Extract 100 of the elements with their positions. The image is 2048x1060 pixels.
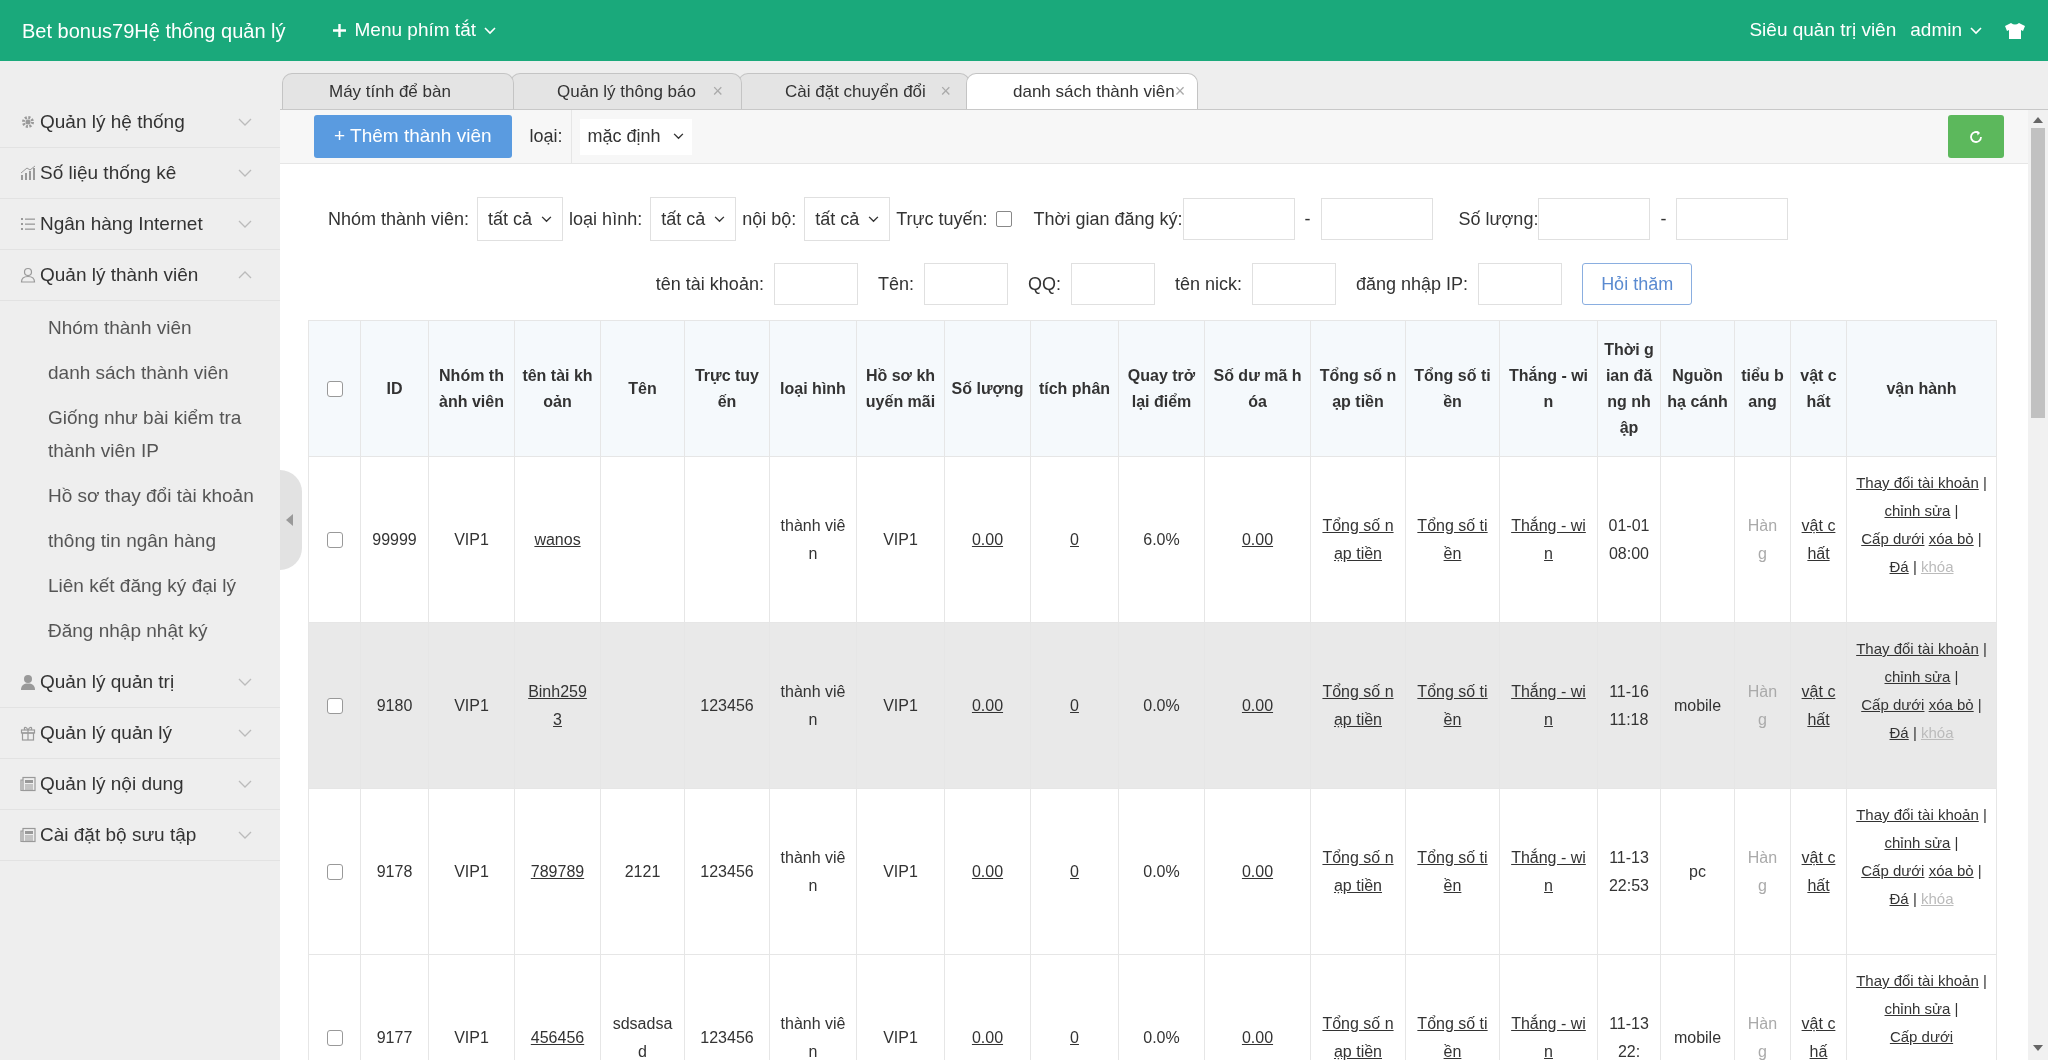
type-select[interactable]: mặc định bbox=[579, 118, 692, 155]
table-cell-text: 0.0% bbox=[1142, 861, 1181, 882]
sidebar-subitem[interactable]: thông tin ngân hàng bbox=[0, 518, 280, 563]
table-link[interactable]: 0.00 bbox=[1215, 857, 1300, 886]
input-field[interactable] bbox=[1320, 198, 1433, 240]
table-cell-text: 9178 bbox=[375, 861, 414, 882]
action-link[interactable]: xóa bỏ bbox=[1928, 691, 1974, 719]
action-link[interactable]: Cấp dưới bbox=[1861, 857, 1925, 885]
action-link[interactable]: Đá bbox=[1889, 885, 1909, 913]
caret-left-icon bbox=[286, 514, 294, 526]
table-link[interactable]: 0 bbox=[1041, 691, 1108, 720]
table-link[interactable]: 0.00 bbox=[955, 525, 1020, 554]
refresh-button[interactable] bbox=[1948, 115, 2004, 158]
table-cell-text: 9177 bbox=[375, 1027, 414, 1048]
separator: | bbox=[1982, 474, 1987, 491]
scroll-down-icon[interactable] bbox=[2033, 1044, 2043, 1052]
input-field[interactable] bbox=[773, 263, 858, 305]
table-cell-text: VIP1 bbox=[882, 1027, 919, 1048]
action-link[interactable]: Thay đổi tài khoản bbox=[1856, 635, 1979, 663]
scrollbar[interactable] bbox=[2028, 110, 2048, 1060]
separator: | bbox=[1982, 806, 1987, 823]
scroll-thumb[interactable] bbox=[2031, 128, 2045, 418]
action-link[interactable]: xóa bỏ bbox=[1928, 857, 1974, 885]
filter-select[interactable]: tất cả bbox=[477, 197, 564, 241]
table-link[interactable]: 0 bbox=[1041, 857, 1108, 886]
scroll-up-icon[interactable] bbox=[2033, 116, 2043, 124]
shirt-icon[interactable] bbox=[2004, 21, 2026, 40]
separator: | bbox=[1982, 972, 1987, 989]
search-button[interactable]: Hỏi thăm bbox=[1582, 263, 1693, 305]
row-checkbox[interactable] bbox=[326, 864, 343, 881]
status-text: Hàng bbox=[1746, 847, 1779, 896]
action-link[interactable]: Cấp dưới bbox=[1861, 691, 1925, 719]
sidebar-subitem[interactable]: Liên kết đăng ký đại lý bbox=[0, 563, 280, 608]
tab[interactable]: Máy tính để bàn bbox=[282, 73, 514, 109]
sidebar-subitem[interactable]: danh sách thành viên bbox=[0, 350, 280, 395]
action-link[interactable]: chỉnh sửa bbox=[1884, 995, 1951, 1023]
separator: | bbox=[1954, 834, 1959, 851]
table-link[interactable]: 0.00 bbox=[1215, 691, 1300, 720]
input-field[interactable] bbox=[923, 263, 1008, 305]
sidebar-menu-item[interactable]: Quản lý nội dung bbox=[0, 759, 280, 810]
table-cell-text: 0.0% bbox=[1142, 1027, 1181, 1048]
input-field[interactable] bbox=[1252, 263, 1336, 305]
action-link[interactable]: chỉnh sửa bbox=[1884, 663, 1951, 691]
action-link[interactable]: Đá bbox=[1889, 719, 1909, 747]
sidebar-subitem[interactable]: Hồ sơ thay đổi tài khoản bbox=[0, 473, 280, 518]
input-field[interactable] bbox=[1538, 198, 1651, 240]
separator: | bbox=[1954, 502, 1959, 519]
action-link[interactable]: chỉnh sửa bbox=[1884, 497, 1951, 525]
separator: | bbox=[1954, 668, 1959, 685]
table-link[interactable]: 0.00 bbox=[955, 691, 1020, 720]
chevron-down-icon bbox=[868, 215, 880, 223]
table-link[interactable]: 0.00 bbox=[955, 857, 1020, 886]
table-cell-text: thành viên bbox=[780, 515, 846, 564]
filter-select[interactable]: tất cả bbox=[804, 197, 891, 241]
chevron-down-icon bbox=[238, 780, 252, 788]
action-link[interactable]: Đá bbox=[1889, 553, 1909, 581]
table-cell-text: 11-16 11:18 bbox=[1608, 681, 1650, 730]
collapse-handle[interactable] bbox=[280, 470, 302, 570]
action-link[interactable]: Thay đổi tài khoản bbox=[1856, 469, 1979, 497]
list-icon bbox=[20, 216, 36, 232]
table-link[interactable]: 0.00 bbox=[1215, 525, 1300, 554]
column-header: tích phân bbox=[1030, 320, 1119, 457]
sidebar-subitem[interactable]: Đăng nhập nhật ký bbox=[0, 608, 280, 653]
action-link[interactable]: Thay đổi tài khoản bbox=[1856, 801, 1979, 829]
action-link[interactable]: xóa bỏ bbox=[1928, 525, 1974, 553]
row-checkbox[interactable] bbox=[326, 698, 343, 715]
column-header: tên tài khoản bbox=[514, 320, 601, 457]
row-checkbox[interactable] bbox=[326, 532, 343, 549]
input-field[interactable] bbox=[1478, 263, 1563, 305]
sidebar-subitem[interactable]: Giống như bài kiểm tra thành viên IP bbox=[0, 395, 280, 473]
tab[interactable]: danh sách thành viên× bbox=[966, 73, 1198, 109]
online-checkbox[interactable] bbox=[995, 211, 1012, 227]
filter-label: Trực tuyến: bbox=[896, 207, 988, 231]
column-header: tiểu bang bbox=[1734, 320, 1791, 457]
action-link[interactable]: chỉnh sửa bbox=[1884, 829, 1951, 857]
input-field[interactable] bbox=[1182, 198, 1295, 240]
filter-select[interactable]: tất cả bbox=[650, 197, 737, 241]
separator: | bbox=[1912, 724, 1917, 741]
input-field[interactable] bbox=[1676, 198, 1789, 240]
separator: | bbox=[1912, 890, 1917, 907]
row-checkbox[interactable] bbox=[326, 1030, 343, 1047]
status-text: Hàng bbox=[1746, 515, 1779, 564]
row-checkbox[interactable] bbox=[326, 381, 343, 398]
table-link[interactable]: 789789 bbox=[525, 857, 590, 886]
chevron-down-icon bbox=[238, 831, 252, 839]
sidebar-subitem[interactable]: Nhóm thành viên bbox=[0, 305, 280, 350]
table-link[interactable]: wanos bbox=[525, 525, 590, 554]
column-header: Số lượng bbox=[944, 320, 1031, 457]
sidebar-menu-item[interactable]: Cài đặt bộ sưu tập bbox=[0, 810, 280, 861]
input-field[interactable] bbox=[1070, 263, 1155, 305]
action-link[interactable]: Cấp dưới bbox=[1889, 1023, 1954, 1051]
action-link[interactable]: Thay đổi tài khoản bbox=[1856, 967, 1979, 995]
column-header: Trực tuyến bbox=[684, 320, 770, 457]
action-link[interactable]: Cấp dưới bbox=[1861, 525, 1925, 553]
column-header: Thời gian đăng nhập bbox=[1597, 320, 1661, 457]
table-cell-text: VIP1 bbox=[882, 695, 919, 716]
table-row[interactable]: 9177 VIP1 456456 sdsadsad 123456 thành viên VIP1 0.00 0 0.0% 0.00 Tổng số nạp tiền Tổng số tiền Thắng - win 11-13 22: mobile Hàng vật chấ Thay đổi tài khoản | chỉnh sửa | Cấp dưới bbox=[308, 954, 1997, 1060]
column-header: vận hành bbox=[1846, 320, 1997, 457]
chevron-down-icon bbox=[1970, 26, 1982, 35]
table-link[interactable]: 0 bbox=[1041, 525, 1108, 554]
